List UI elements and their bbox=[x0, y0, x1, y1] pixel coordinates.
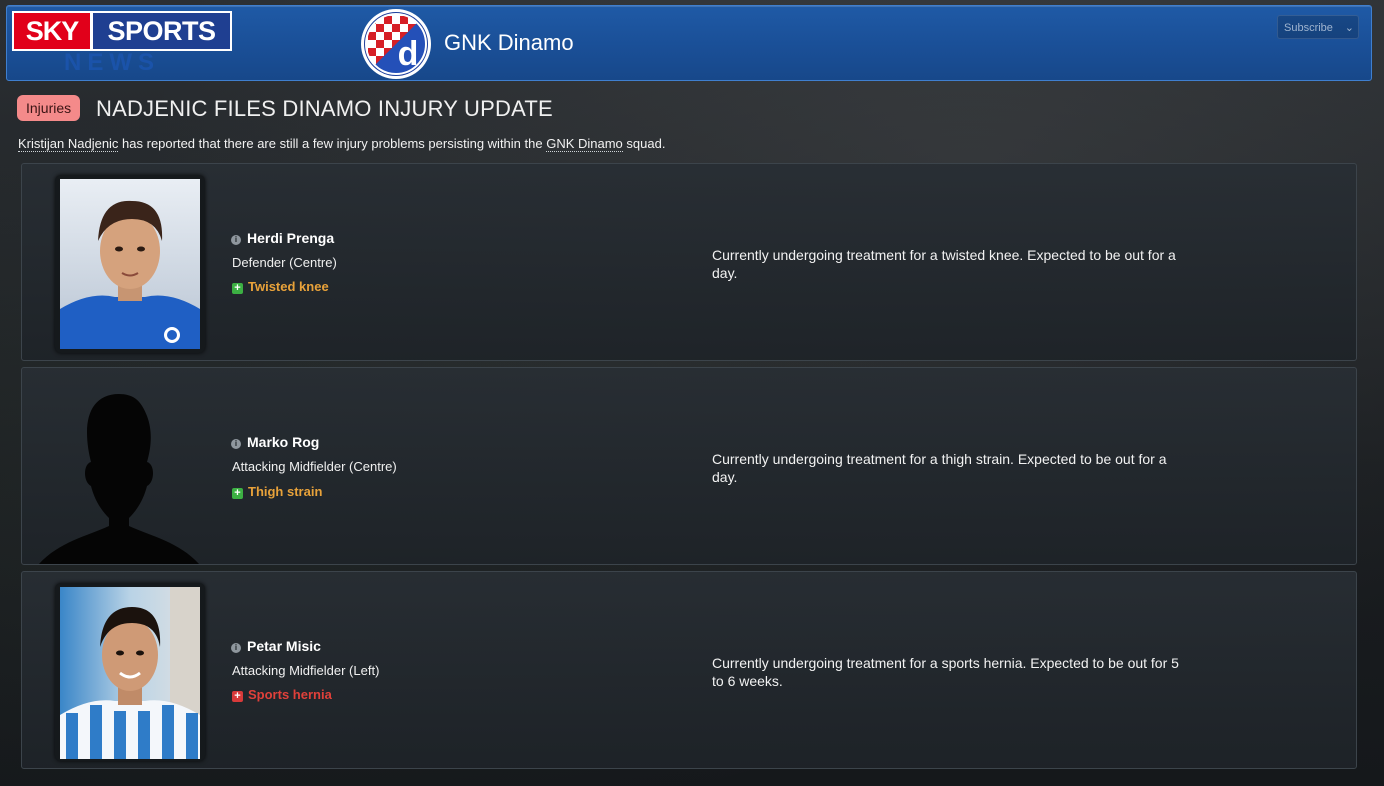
news-header: SKY SPORTS NEWS d GNK Dinamo Subscribe ⌄ bbox=[6, 5, 1372, 81]
medical-cross-icon: + bbox=[232, 488, 243, 499]
medical-cross-icon: + bbox=[232, 283, 243, 294]
club-name[interactable]: GNK Dinamo bbox=[444, 30, 574, 56]
player-name[interactable]: i Herdi Prenga bbox=[231, 230, 334, 246]
logo-sky-text: SKY bbox=[14, 13, 90, 49]
info-icon[interactable]: i bbox=[231, 235, 241, 245]
player-card: i Marko Rog Attacking Midfielder (Centre)… bbox=[21, 367, 1357, 565]
person-link[interactable]: Kristijan Nadjenic bbox=[18, 136, 119, 152]
injury-status[interactable]: + Sports hernia bbox=[232, 687, 332, 702]
player-silhouette-icon[interactable] bbox=[39, 386, 199, 568]
injury-description: Currently undergoing treatment for a twi… bbox=[712, 247, 1176, 281]
medical-cross-icon: + bbox=[232, 691, 243, 702]
subscribe-label: Subscribe bbox=[1284, 22, 1333, 34]
player-name[interactable]: i Marko Rog bbox=[231, 434, 319, 450]
chevron-down-icon: ⌄ bbox=[1344, 22, 1354, 34]
injury-description: Currently undergoing treatment for a spo… bbox=[712, 655, 1179, 689]
club-badge-icon[interactable]: d bbox=[360, 8, 432, 80]
player-position: Attacking Midfielder (Centre) bbox=[232, 459, 397, 474]
injury-description: Currently undergoing treatment for a thi… bbox=[712, 451, 1167, 485]
category-badge: Injuries bbox=[17, 95, 81, 121]
logo-sports-text: SPORTS bbox=[93, 13, 230, 49]
player-photo[interactable] bbox=[55, 175, 205, 353]
badge-letter: d bbox=[398, 35, 419, 73]
player-position: Attacking Midfielder (Left) bbox=[232, 663, 380, 678]
article-intro: Kristijan Nadjenic has reported that the… bbox=[18, 136, 666, 152]
injury-status[interactable]: + Thigh strain bbox=[232, 484, 322, 499]
player-card: i Petar Misic Attacking Midfielder (Left)… bbox=[21, 571, 1357, 769]
intro-text-end: squad. bbox=[622, 136, 666, 151]
info-icon[interactable]: i bbox=[231, 643, 241, 653]
sky-sports-news-logo: SKY SPORTS NEWS bbox=[12, 11, 232, 81]
subscribe-dropdown[interactable]: Subscribe ⌄ bbox=[1277, 15, 1359, 39]
injury-status[interactable]: + Twisted knee bbox=[232, 279, 329, 294]
player-card: i Herdi Prenga Defender (Centre) + Twisted… bbox=[21, 163, 1357, 361]
player-name[interactable]: i Petar Misic bbox=[231, 638, 321, 654]
logo-news-text: NEWS bbox=[64, 49, 160, 76]
player-photo[interactable] bbox=[55, 583, 205, 761]
article-headline: NADJENIC FILES DINAMO INJURY UPDATE bbox=[96, 96, 553, 121]
player-position: Defender (Centre) bbox=[232, 255, 337, 270]
info-icon[interactable]: i bbox=[231, 439, 241, 449]
club-link[interactable]: GNK Dinamo bbox=[546, 136, 623, 152]
intro-text: has reported that there are still a few … bbox=[118, 136, 547, 151]
